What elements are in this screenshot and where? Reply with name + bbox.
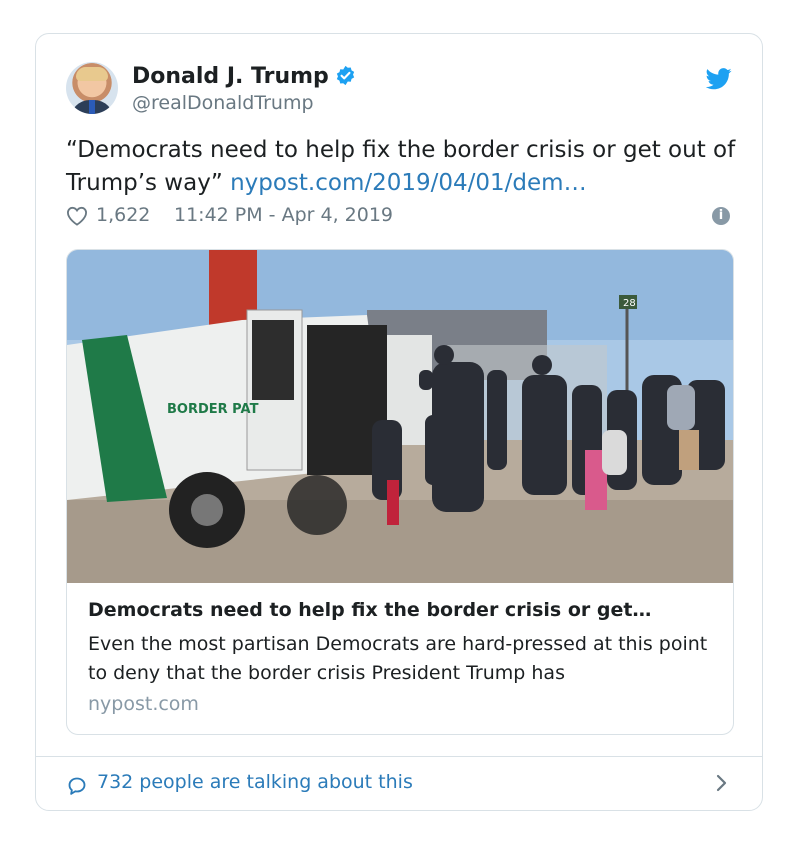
preview-description: Even the most partisan Democrats are har… [88,633,708,684]
author-handle[interactable]: @realDonaldTrump [132,92,314,114]
preview-domain: nypost.com [88,693,199,715]
avatar[interactable] [66,62,118,114]
tweet-header: Donald J. Trump @realDonaldTrump [66,62,732,118]
preview-image: 28 BORDER PAT [67,250,733,583]
like-count[interactable]: 1,622 [96,204,150,226]
tweet-meta: 1,622 11:42 PM - Apr 4, 2019 i [66,204,732,230]
tweet-card: Donald J. Trump @realDonaldTrump “Democr… [35,33,763,811]
twitter-bird-icon[interactable] [706,68,732,90]
preview-title[interactable]: Democrats need to help fix the border cr… [88,599,718,621]
author-name[interactable]: Donald J. Trump [132,64,356,89]
post-number-text: 28 [623,298,636,309]
tweet-link[interactable]: nypost.com/2019/04/01/dem… [230,170,587,196]
link-preview-card[interactable]: 28 BORDER PAT Democrats need to help fix… [66,249,734,735]
heart-icon[interactable] [66,206,88,226]
info-icon[interactable]: i [712,207,730,225]
speech-bubble-icon [68,777,86,795]
talking-count-link[interactable]: 732 people are talking about this [97,771,413,793]
chevron-right-icon[interactable] [716,773,728,793]
van-sign-text: BORDER PAT [167,402,259,417]
conversation-footer[interactable]: 732 people are talking about this [36,756,762,811]
tweet-text: “Democrats need to help fix the border c… [66,134,736,200]
verified-badge-icon [336,65,354,86]
author-name-text[interactable]: Donald J. Trump [132,64,329,89]
timestamp[interactable]: 11:42 PM - Apr 4, 2019 [174,204,393,226]
